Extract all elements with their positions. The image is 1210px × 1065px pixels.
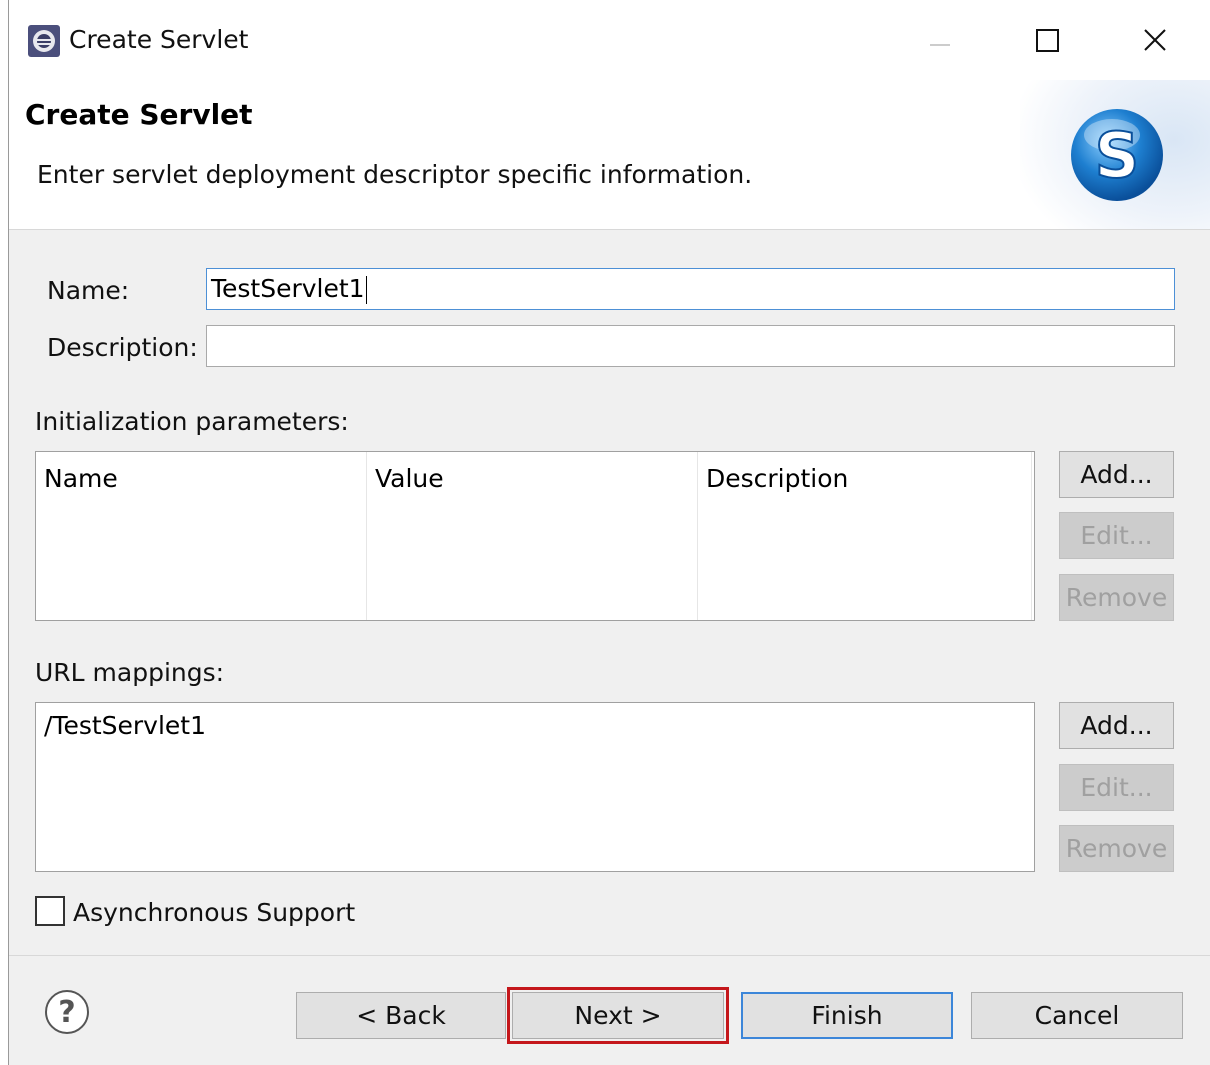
- init-params-edit-button[interactable]: Edit...: [1059, 512, 1174, 559]
- maximize-icon: [1036, 29, 1059, 52]
- init-params-label: Initialization parameters:: [35, 407, 349, 436]
- window-title: Create Servlet: [69, 25, 249, 54]
- close-button[interactable]: [1132, 18, 1178, 62]
- description-input[interactable]: [206, 325, 1175, 367]
- url-mappings-edit-button[interactable]: Edit...: [1059, 764, 1174, 811]
- maximize-button[interactable]: [1024, 18, 1070, 62]
- page-title: Create Servlet: [25, 98, 253, 131]
- init-params-remove-button[interactable]: Remove: [1059, 574, 1174, 621]
- wizard-banner: Create Servlet Enter servlet deployment …: [9, 80, 1210, 230]
- description-label: Description:: [47, 333, 198, 362]
- async-support-checkbox[interactable]: [35, 896, 65, 926]
- url-mappings-remove-button[interactable]: Remove: [1059, 825, 1174, 872]
- url-mappings-label: URL mappings:: [35, 658, 225, 687]
- title-bar: Create Servlet: [9, 0, 1210, 80]
- cancel-button[interactable]: Cancel: [971, 992, 1183, 1039]
- init-params-table[interactable]: Name Value Description: [35, 451, 1035, 621]
- finish-button[interactable]: Finish: [741, 992, 953, 1039]
- name-label: Name:: [47, 276, 130, 305]
- url-mappings-add-button[interactable]: Add...: [1059, 702, 1174, 749]
- help-icon[interactable]: ?: [45, 990, 89, 1034]
- next-button[interactable]: Next >: [507, 987, 729, 1044]
- name-input[interactable]: TestServlet1: [206, 268, 1175, 310]
- minimize-button[interactable]: [917, 18, 963, 62]
- back-button[interactable]: < Back: [296, 992, 506, 1039]
- page-description: Enter servlet deployment descriptor spec…: [37, 160, 753, 189]
- column-header-name[interactable]: Name: [36, 452, 367, 620]
- eclipse-app-icon: [28, 25, 60, 57]
- url-mappings-list[interactable]: /TestServlet1: [35, 702, 1035, 872]
- name-input-value: TestServlet1: [211, 274, 365, 303]
- close-icon: [1144, 29, 1166, 51]
- create-servlet-dialog: Create Servlet Create Servlet Enter serv…: [8, 0, 1210, 1065]
- servlet-logo-icon: S: [1071, 109, 1163, 201]
- column-header-description[interactable]: Description: [698, 452, 1032, 620]
- column-header-value[interactable]: Value: [367, 452, 698, 620]
- minimize-icon: [930, 44, 950, 46]
- list-item[interactable]: /TestServlet1: [44, 711, 206, 740]
- async-support-label[interactable]: Asynchronous Support: [73, 898, 355, 927]
- text-caret: [365, 276, 367, 304]
- footer-divider: [9, 955, 1210, 956]
- init-params-add-button[interactable]: Add...: [1059, 451, 1174, 498]
- logo-letter: S: [1095, 119, 1140, 192]
